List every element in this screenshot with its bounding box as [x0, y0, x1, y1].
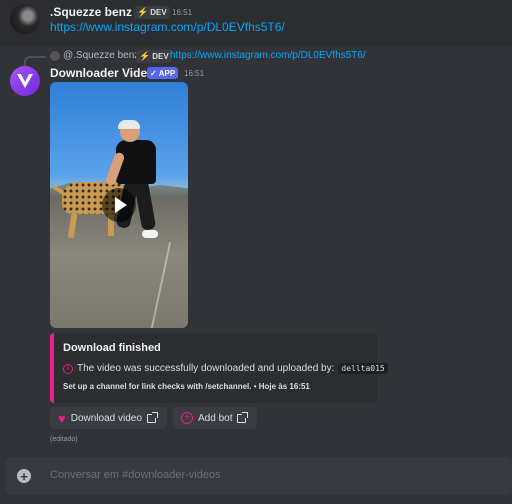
bolt-icon: ⚡ — [139, 51, 151, 61]
instagram-link[interactable]: https://www.instagram.com/p/DL0EVfhs5T6/ — [50, 20, 285, 34]
external-link-icon — [146, 411, 158, 423]
download-embed: Download finished i The video was succes… — [50, 333, 388, 403]
attach-plus-icon[interactable]: + — [17, 469, 31, 483]
video-attachment[interactable] — [50, 82, 188, 328]
embed-footer: Set up a channel for link checks with /s… — [63, 382, 310, 391]
dev-badge: ⚡ DEV — [134, 6, 170, 19]
timestamp: 16:51 — [172, 8, 193, 17]
embed-description-text: The video was successfully downloaded an… — [77, 363, 335, 374]
bot-avatar[interactable] — [10, 66, 40, 96]
bot-username[interactable]: Downloader Videos — [50, 66, 161, 80]
reply-username[interactable]: @.Squezze benz — [63, 50, 139, 61]
app-badge: ✓ APP — [147, 67, 179, 79]
add-bot-button[interactable]: + Add bot — [173, 407, 257, 429]
app-badge-label: APP — [158, 68, 176, 78]
play-button[interactable] — [102, 188, 136, 222]
edited-indicator: (editado) — [50, 436, 78, 443]
reply-link[interactable]: https://www.instagram.com/p/DL0EVfhs5T6/ — [170, 50, 366, 61]
user-avatar[interactable] — [10, 4, 40, 34]
bot-timestamp: 16:51 — [184, 69, 205, 78]
message-input[interactable]: Conversar em #downloader-videos — [50, 469, 221, 481]
reply-avatar — [50, 51, 60, 61]
reply-dev-badge: ⚡ DEV — [136, 50, 172, 63]
external-link-icon — [237, 411, 249, 423]
embed-title: Download finished — [63, 342, 161, 354]
embed-description: i The video was successfully downloaded … — [63, 363, 388, 374]
username[interactable]: .Squezze benz — [50, 5, 132, 19]
check-icon: ✓ — [150, 68, 157, 78]
message-composer[interactable]: + Conversar em #downloader-videos — [5, 457, 512, 495]
plus-circle-icon: + — [181, 412, 193, 424]
info-icon: i — [63, 363, 73, 374]
add-bot-label: Add bot — [198, 412, 233, 424]
downloader-logo-icon — [17, 74, 33, 88]
download-video-label: Download video — [70, 412, 142, 424]
message-1: .Squezze benz ⚡ DEV 16:51 https://www.in… — [0, 0, 512, 46]
video-person-cap — [118, 120, 140, 129]
video-person-shoe — [142, 230, 158, 238]
download-video-button[interactable]: ♥ Download video — [50, 407, 167, 429]
play-icon — [114, 197, 127, 213]
heart-icon: ♥ — [58, 410, 66, 426]
uploader-name: dellta015 — [338, 363, 388, 374]
reply-dev-badge-label: DEV — [152, 52, 169, 61]
dev-badge-label: DEV — [150, 8, 167, 17]
bolt-icon: ⚡ — [137, 7, 149, 17]
video-runway — [150, 242, 172, 328]
